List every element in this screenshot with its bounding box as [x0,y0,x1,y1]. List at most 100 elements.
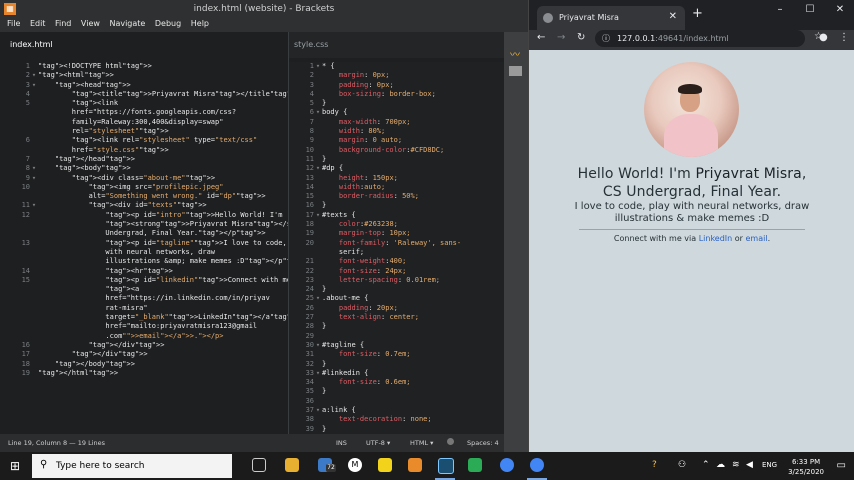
taskbar-search[interactable]: ⚲ Type here to search [32,454,232,478]
close-window-icon[interactable]: ✕ [825,4,854,15]
encoding-select[interactable]: UTF-8 ▾ [366,439,390,447]
file-explorer-icon[interactable] [285,458,299,472]
html-code-line[interactable]: 1 "tag"><!DOCTYPE html"tag">> [0,62,288,71]
html-code-line[interactable]: rel="stylesheet""tag">> [0,127,288,136]
css-code-line[interactable]: 34 font-size: 0.6em; [289,378,504,387]
html-code-line[interactable]: with neural networks, draw [0,248,288,257]
html-code-line[interactable]: "tag"><a [0,285,288,294]
html-code-line[interactable]: href="https://fonts.googleapis.com/css? [0,108,288,117]
html-code-line[interactable]: 6 "tag"><link rel="stylesheet" type="tex… [0,136,288,145]
css-code-line[interactable]: 37 ▾ a:link { [289,406,504,415]
css-code-line[interactable]: 18 color:#263238; [289,220,504,229]
chrome-menu-icon[interactable]: ⋮ [839,32,849,43]
fold-toggle-icon[interactable]: ▾ [314,108,322,117]
fold-toggle-icon[interactable]: ▾ [30,201,38,210]
fold-toggle-icon[interactable]: ▾ [30,71,38,80]
menu-view[interactable]: View [81,19,100,28]
html-code-line[interactable]: 8 ▾ "tag"><body"tag">> [0,164,288,173]
html-code-line[interactable]: .com"">>email"></a">>."></p> [0,332,288,341]
sticky-notes-icon[interactable] [378,458,392,472]
css-code-line[interactable]: 26 padding: 20px; [289,304,504,313]
css-code-line[interactable]: 11} [289,155,504,164]
css-code-line[interactable]: 13 height: 150px; [289,174,504,183]
css-editor-pane[interactable]: 1 ▾ * {2 margin: 0px; 3 padding: 0px; 4 box-… [289,62,504,434]
forward-icon[interactable]: → [557,32,565,43]
html-code-line[interactable]: href="https://in.linkedin.com/in/priyav [0,294,288,303]
back-icon[interactable]: ← [537,32,545,43]
css-code-line[interactable]: 1 ▾ * { [289,62,504,71]
css-code-line[interactable]: 23 letter-spacing: 0.01rem; [289,276,504,285]
fold-toggle-icon[interactable]: ▾ [314,369,322,378]
css-code-line[interactable]: 29 [289,332,504,341]
html-code-line[interactable]: "tag"><strong"tag">>Priyavrat Misra"tag"… [0,220,288,229]
html-code-line[interactable]: 13 "tag"><p id="tagline""tag">>I love to… [0,239,288,248]
css-code-line[interactable]: serif; [289,248,504,257]
linter-status-icon[interactable] [447,438,454,445]
css-code-line[interactable]: 3 padding: 0px; [289,81,504,90]
css-code-line[interactable]: 20 font-family: 'Raleway', sans- [289,239,504,248]
fold-toggle-icon[interactable]: ▾ [30,164,38,173]
fold-toggle-icon[interactable]: ▾ [314,211,322,220]
fold-toggle-icon[interactable]: ▾ [30,174,38,183]
messenger-icon[interactable]: M [348,458,362,472]
css-code-line[interactable]: 22 font-size: 24px; [289,267,504,276]
html-code-line[interactable]: 17 "tag"></div"tag">> [0,350,288,359]
html-editor-pane[interactable]: 1 "tag"><!DOCTYPE html"tag">> 2 ▾ "tag"><htm… [0,62,288,434]
clock[interactable]: 6:33 PM 3/25/2020 [788,457,824,477]
language-select[interactable]: HTML ▾ [410,439,433,447]
css-code-line[interactable]: 36 [289,397,504,406]
brackets-taskbar-icon[interactable] [438,458,454,474]
menu-debug[interactable]: Debug [155,19,181,28]
css-code-line[interactable]: 38 text-decoration: none; [289,415,504,424]
fold-toggle-icon[interactable]: ▾ [314,406,322,415]
css-code-line[interactable]: 2 margin: 0px; [289,71,504,80]
people-icon[interactable]: ⚇ [678,460,686,470]
chrome-active-icon[interactable] [530,458,544,472]
html-code-line[interactable]: illustrations &amp; make memes :D"tag"><… [0,257,288,266]
css-code-line[interactable]: 5} [289,99,504,108]
html-code-line[interactable]: 12 "tag"><p id="intro""tag">>Hello World… [0,211,288,220]
html-code-line[interactable]: 14 "tag"><hr"tag">> [0,267,288,276]
sublime-text-icon[interactable] [408,458,422,472]
css-code-line[interactable]: 8 width: 80%; [289,127,504,136]
css-code-line[interactable]: 10 background-color:#CFD8DC; [289,146,504,155]
cloud-icon[interactable]: ☁ [716,460,725,470]
volume-icon[interactable]: ◀ [746,460,753,470]
indent-spaces[interactable]: Spaces: 4 [467,439,499,447]
html-code-line[interactable]: Undergrad, Final Year."tag"></p"tag">> [0,229,288,238]
fold-toggle-icon[interactable]: ▾ [314,294,322,303]
menu-help[interactable]: Help [191,19,209,28]
css-code-line[interactable]: 28} [289,322,504,331]
browser-tab[interactable]: Priyavrat Misra ✕ [537,6,685,30]
html-code-line[interactable]: 9 ▾ "tag"><div class="about-me""tag">> [0,174,288,183]
css-code-line[interactable]: 30 ▾ #tagline { [289,341,504,350]
html-code-line[interactable]: 4 "tag"><title"tag">>Priyavrat Misra"tag… [0,90,288,99]
html-code-line[interactable]: alt="Something went wrong." id="dp""tag"… [0,192,288,201]
pycharm-icon[interactable] [468,458,482,472]
html-code-line[interactable]: href="mailto:priyavratmisra123@gmail [0,322,288,331]
address-bar[interactable]: ⓘ 127.0.0.1:49641/index.html ☆ [595,30,823,47]
menu-edit[interactable]: Edit [30,19,46,28]
tab-style-css[interactable]: style.css [289,32,504,58]
menu-find[interactable]: Find [55,19,71,28]
css-code-line[interactable]: 24} [289,285,504,294]
fold-toggle-icon[interactable]: ▾ [30,81,38,90]
menu-navigate[interactable]: Navigate [109,19,145,28]
html-code-line[interactable]: family=Raleway:300,400&display=swap" [0,118,288,127]
close-tab-icon[interactable]: ✕ [669,11,677,22]
reload-icon[interactable]: ↻ [577,32,585,43]
new-tab-icon[interactable]: + [692,6,703,21]
css-code-line[interactable]: 19 margin-top: 10px; [289,229,504,238]
language-indicator[interactable]: ENG [762,461,777,469]
ins-mode[interactable]: INS [336,439,347,447]
html-code-line[interactable]: rat-misra" [0,304,288,313]
chrome-icon[interactable] [500,458,514,472]
css-code-line[interactable]: 15 border-radius: 50%; [289,192,504,201]
tab-index-html[interactable]: index.html [0,32,288,58]
show-hidden-icons[interactable]: ⌃ [702,460,710,470]
css-code-line[interactable]: 25 ▾ .about-me { [289,294,504,303]
help-icon[interactable]: ? [652,460,657,470]
html-code-line[interactable]: 15 "tag"><p id="linkedin""tag">>Connect … [0,276,288,285]
live-preview-icon[interactable]: 〰 [510,46,520,61]
html-code-line[interactable]: 10 "tag"><img src="profilepic.jpeg" [0,183,288,192]
